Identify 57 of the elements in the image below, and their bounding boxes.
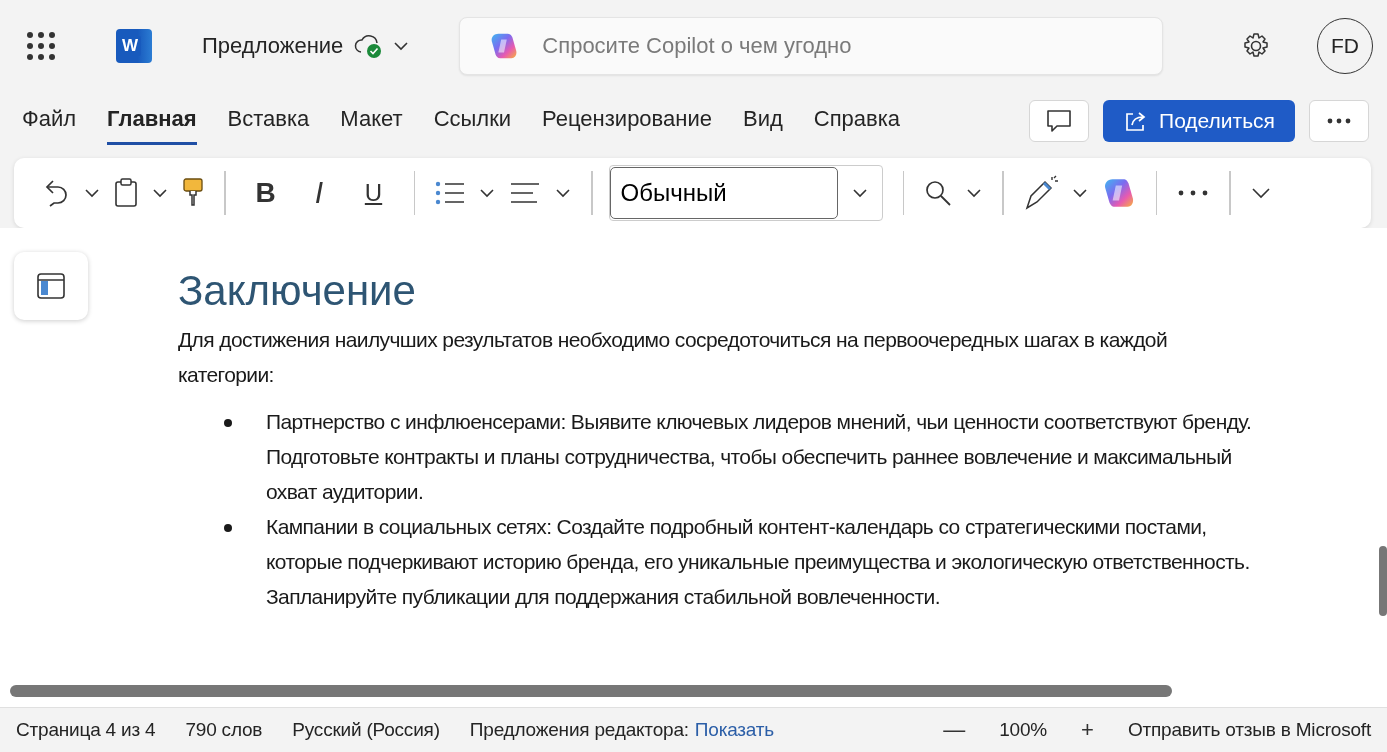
paragraph: Для достижения наилучших результатов необходимо сосредоточиться на первоочередных шагах в каждой категории: (178, 327, 1169, 388)
share-button[interactable]: Поделиться (1103, 100, 1295, 142)
word-logo: W (116, 29, 152, 63)
expand-ribbon-icon[interactable] (1250, 187, 1271, 199)
bullet-item: Партнерство с инфлюенсерами: Выявите ключевых лидеров мнений, чьи ценности соответствуют бренду. Подготовьте контракты и планы сотрудничества, чтобы обеспечить раннее вовлечение и максимальный охват аудитории. (266, 410, 1252, 503)
ribbon-tab[interactable]: Файл (22, 97, 77, 145)
ribbon-tab[interactable]: Ссылки (433, 97, 512, 145)
word-count[interactable]: 790 слов (185, 719, 263, 741)
bullet-icon (224, 524, 232, 532)
cloud-saved-icon (353, 33, 384, 59)
ribbon-tab[interactable]: Главная (107, 97, 197, 145)
comments-button[interactable] (1029, 100, 1090, 142)
chevron-down-icon[interactable] (555, 188, 571, 198)
zoom-in-button[interactable]: + (1077, 717, 1098, 743)
bullet-list-icon[interactable] (435, 181, 465, 205)
format-painter-icon[interactable] (182, 177, 204, 209)
style-dropdown-icon[interactable] (851, 188, 868, 198)
ribbon-tab[interactable]: Рецензирование (542, 97, 712, 145)
ribbon-tab[interactable]: Вид (742, 97, 783, 145)
chevron-down-icon[interactable] (479, 188, 495, 198)
more-icon[interactable] (1177, 190, 1209, 196)
navigation-pane-button[interactable] (14, 252, 88, 320)
bullet-item: Кампании в социальных сетях: Создайте подробный контент-календарь со стратегическими постами, которые подчеркивают историю бренда, его уникальные преимущества и экологическую ответственность. Запланируйте публикации для поддержания стабильной вовлеченности. (266, 515, 1250, 608)
language-status[interactable]: Русский (Россия) (292, 719, 440, 741)
more-icon (1327, 118, 1351, 124)
chevron-down-icon[interactable] (393, 41, 410, 51)
chevron-down-icon[interactable] (966, 188, 982, 198)
comment-icon (1045, 108, 1074, 134)
align-left-icon[interactable] (509, 181, 541, 205)
horizontal-scrollbar[interactable] (10, 685, 1172, 697)
editor-suggestions-label: Предложения редактора: (469, 719, 689, 741)
pen-icon[interactable] (1023, 175, 1058, 211)
chevron-down-icon[interactable] (84, 188, 100, 198)
page-count[interactable]: Страница 4 из 4 (16, 719, 156, 741)
ribbon-tab[interactable]: Справка (813, 97, 901, 145)
copilot-search-field[interactable]: Спросите Copilot о чем угодно (459, 17, 1164, 75)
vertical-scrollbar[interactable] (1379, 546, 1387, 616)
clipboard-icon[interactable] (114, 178, 138, 208)
undo-icon[interactable] (44, 178, 70, 208)
document-title[interactable]: Предложение (198, 29, 414, 63)
ribbon-tab[interactable]: Вставка (227, 97, 310, 145)
bullet-icon (224, 419, 232, 427)
ribbon-tab[interactable]: Макет (340, 97, 403, 145)
style-field[interactable]: Обычный (609, 167, 838, 219)
chevron-down-icon[interactable] (1071, 188, 1088, 198)
italic-button[interactable]: I (299, 175, 340, 211)
underline-button[interactable]: U (353, 178, 394, 208)
chevron-down-icon[interactable] (152, 188, 168, 198)
zoom-out-button[interactable]: — (939, 717, 970, 743)
show-link[interactable]: Показать (694, 719, 774, 741)
panel-icon (37, 273, 65, 299)
section-heading: Заключение (178, 266, 417, 316)
zoom-level[interactable]: 100% (999, 719, 1047, 741)
app-launcher-icon[interactable] (26, 31, 56, 61)
bold-button[interactable]: B (245, 176, 286, 210)
feedback-link[interactable]: Отправить отзыв в Microsoft (1127, 719, 1371, 741)
search-icon[interactable] (924, 179, 952, 207)
